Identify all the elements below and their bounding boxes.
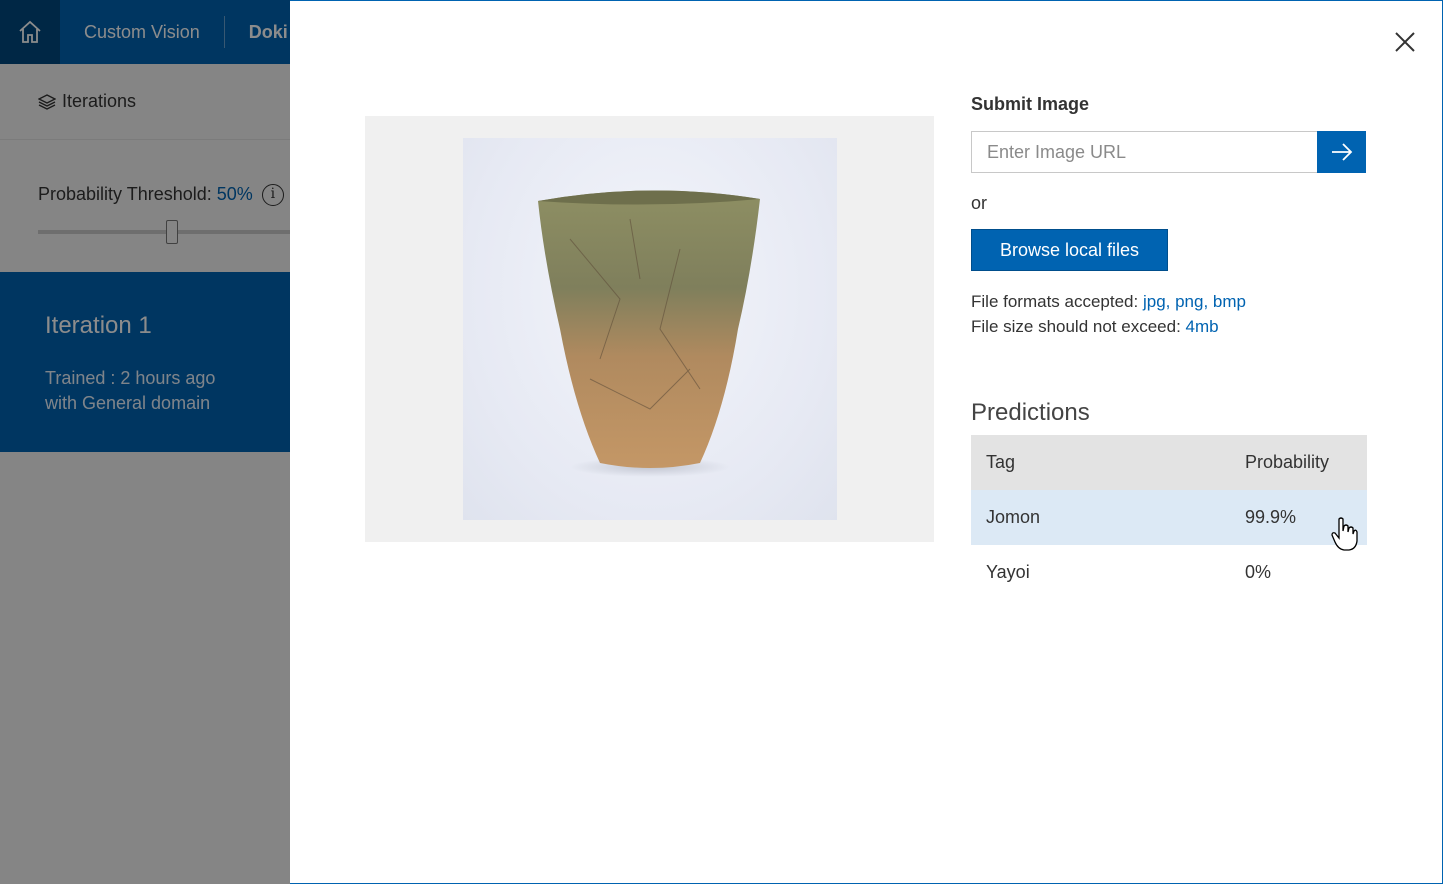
file-size-value: 4mb [1185,317,1219,336]
prediction-tag: Yayoi [986,562,1030,582]
table-row[interactable]: Jomon 99.9% [971,490,1367,545]
image-preview [365,116,934,542]
table-header: Tag Probability [971,435,1367,490]
pottery-vessel-image [537,190,760,477]
browse-local-files-button[interactable]: Browse local files [971,229,1168,271]
prediction-probability: 0% [1245,562,1272,582]
pottery-photo [462,138,837,520]
prediction-probability: 99.9% [1245,507,1297,527]
arrow-right-icon [1331,143,1352,161]
column-header-probability[interactable]: Probability [1245,452,1367,473]
predictions-title: Predictions [971,399,1090,426]
submit-image-title: Submit Image [971,94,1090,114]
submit-url-button[interactable] [1317,131,1366,173]
file-formats-value: jpg, png, bmp [1142,292,1246,311]
file-size-line: File size should not exceed: 4mb [971,314,1246,339]
image-url-input[interactable] [971,131,1317,173]
file-requirements: File formats accepted: jpg, png, bmp Fil… [971,289,1246,339]
predictions-table: Tag Probability Jomon 99.9% Yayoi 0% [971,435,1367,600]
quick-test-dialog: Submit Image or Browse local files File … [290,0,1443,884]
file-size-label: File size should not exceed: [971,317,1186,336]
or-separator: or [971,193,988,213]
file-formats-line: File formats accepted: jpg, png, bmp [971,289,1246,314]
prediction-tag: Jomon [986,507,1041,527]
close-icon [1395,32,1415,52]
close-button[interactable] [1390,27,1420,57]
file-formats-label: File formats accepted: [971,292,1143,311]
column-header-tag[interactable]: Tag [971,452,1245,473]
table-row[interactable]: Yayoi 0% [971,545,1367,600]
